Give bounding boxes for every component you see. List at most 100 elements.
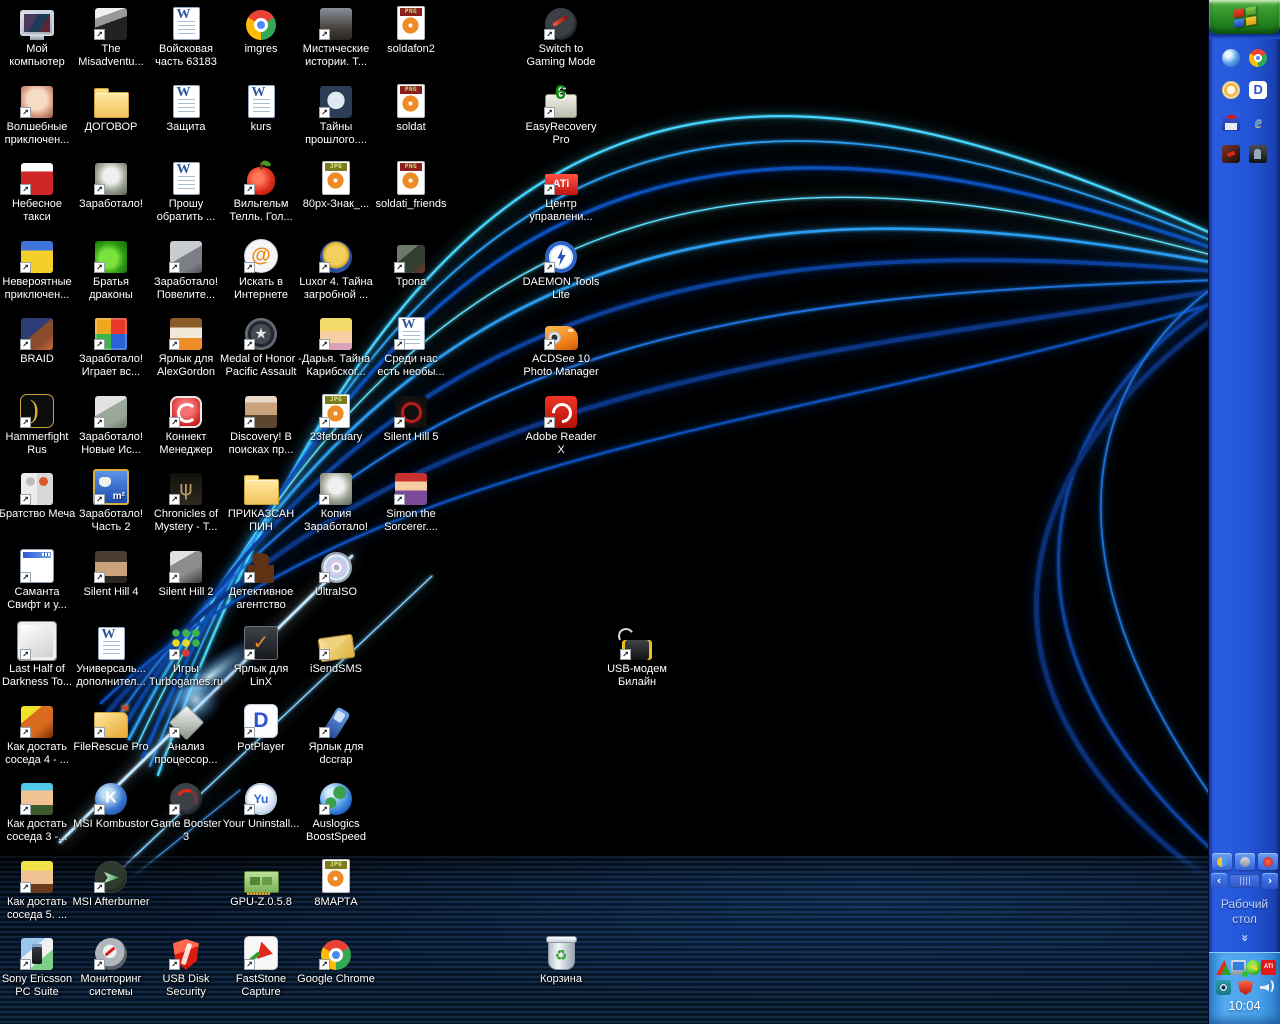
desktop-icon[interactable]: Тропа [372, 237, 450, 289]
desktop-icon[interactable]: 23february [297, 392, 375, 444]
desktop-icon[interactable]: Заработало! [72, 159, 150, 211]
desktop-icon[interactable]: Sony Ericsson PC Suite [0, 934, 76, 999]
desktop-icon[interactable]: Hammerfight Rus [0, 392, 76, 457]
desktop-icon[interactable]: Chronicles of Mystery - Т... [147, 469, 225, 534]
desktop-icon[interactable]: Ярлык для AlexGordon [147, 314, 225, 379]
desktop-icon[interactable]: Мой компьютер [0, 4, 76, 69]
desktop-icon[interactable]: Как достать соседа 3 -... [0, 779, 76, 844]
desktop-icon[interactable]: Вильгельм Телль. Гол... [222, 159, 300, 224]
desktop-icon[interactable]: Заработало! Часть 2 [72, 469, 150, 534]
desktop-icon[interactable]: Ярлык для LinX [222, 624, 300, 689]
desktop-icon[interactable]: Your Uninstall... [222, 779, 300, 831]
chevron-expand-icon[interactable]: » [1239, 930, 1251, 946]
toolbar-app-3[interactable] [1258, 853, 1278, 870]
desktop-icon[interactable]: Заработало! Играет вс... [72, 314, 150, 379]
network-tray-icon[interactable] [1231, 960, 1246, 975]
desktop-icon[interactable]: ДОГОВОР [72, 82, 150, 134]
desktop-icon[interactable]: DAEMON Tools Lite [522, 237, 600, 302]
media-quicklaunch-button[interactable] [1220, 79, 1242, 101]
ati-quicklaunch-button[interactable] [1220, 143, 1242, 165]
download-master-tray-icon[interactable] [1246, 960, 1261, 975]
desktop-icon[interactable]: Silent Hill 2 [147, 547, 225, 599]
desktop-icon[interactable]: Копия Заработало! [297, 469, 375, 534]
desktop-icon[interactable]: MSI Kombustor [72, 779, 150, 831]
desktop-icon[interactable]: Discovery! В поисках пр... [222, 392, 300, 457]
desktop-icon[interactable]: PotPlayer [222, 702, 300, 754]
floppy-quicklaunch-button[interactable] [1220, 111, 1242, 133]
toolbar-app-2[interactable] [1235, 853, 1255, 870]
desktop-icon[interactable]: Last Half of Darkness To... [0, 624, 76, 689]
start-button[interactable] [1209, 0, 1280, 34]
desktop-icon[interactable]: Анализ процессор... [147, 702, 225, 767]
desktop-icon[interactable]: USB-модем Билайн [598, 624, 676, 689]
desktop-icon[interactable]: Silent Hill 5 [372, 392, 450, 444]
desktop-icon[interactable]: Детективное агентство [222, 547, 300, 612]
desktop-icon[interactable]: Заработало! Новые Ис... [72, 392, 150, 457]
potplayer-quicklaunch-button[interactable] [1247, 79, 1269, 101]
desktop-icon[interactable]: Luxor 4. Тайна загробной ... [297, 237, 375, 302]
scrollbar-thumb[interactable] [1229, 874, 1260, 888]
desktop-icon[interactable]: Игры Turbogames.ru [147, 624, 225, 689]
desktop-icon[interactable]: Тайны прошлого.... [297, 82, 375, 147]
desktop-icon[interactable]: Корзина [522, 934, 600, 986]
desktop-icon[interactable]: The Misadventu... [72, 4, 150, 69]
desktop-icon[interactable]: Мистические истории. Т... [297, 4, 375, 69]
internet-explorer-quicklaunch-button[interactable] [1247, 111, 1269, 133]
afterburner-tray-icon[interactable] [1216, 960, 1231, 975]
eye-tray-icon[interactable] [1216, 980, 1231, 995]
desktop-icon[interactable]: Войсковая часть 63183 [147, 4, 225, 69]
desktop-icon[interactable]: soldati_friends [372, 159, 450, 211]
desktop-icon[interactable]: 80px-Знак_... [297, 159, 375, 211]
chrome-quicklaunch-button[interactable] [1247, 47, 1269, 69]
desktop-icon[interactable]: Центр управлени... [522, 159, 600, 224]
desktop-icon[interactable]: USB Disk Security [147, 934, 225, 999]
desktop-icon[interactable]: Как достать соседа 4 - ... [0, 702, 76, 767]
desktop-icon[interactable]: Среди нас есть необы... [372, 314, 450, 379]
desktop-icon[interactable]: Auslogics BoostSpeed [297, 779, 375, 844]
ati-tray-icon[interactable] [1261, 960, 1276, 975]
desktop-icon[interactable]: Невероятные приключен... [0, 237, 76, 302]
desktop-icon[interactable]: Как достать соседа 5. ... [0, 857, 76, 922]
desktop-icon[interactable]: Simon the Sorcerer.... [372, 469, 450, 534]
desktop-icon[interactable]: Братья драконы [72, 237, 150, 302]
desktop-icon[interactable]: ACDSee 10 Photo Manager [522, 314, 600, 379]
desktop-icon[interactable]: Switch to Gaming Mode [522, 4, 600, 69]
desktop-icon[interactable]: Небесное такси [0, 159, 76, 224]
desktop-icon[interactable]: soldafon2 [372, 4, 450, 56]
desktop-icon[interactable]: Adobe Reader X [522, 392, 600, 457]
desktop-icon[interactable]: Medal of Honor - Pacific Assault [215, 314, 307, 379]
desktop-icon[interactable]: 8МАРТА [297, 857, 375, 909]
taskbar-empty-area[interactable] [1209, 171, 1280, 851]
desktop-icon[interactable]: Google Chrome [297, 934, 375, 986]
desktop-icon[interactable]: kurs [222, 82, 300, 134]
desktop-icon[interactable]: Волшебные приключен... [0, 82, 76, 147]
desktop-icon[interactable]: Ярлык для dccrap [297, 702, 375, 767]
desktop-icon[interactable]: Защита [147, 82, 225, 134]
desktop-icon[interactable]: BRAID [0, 314, 76, 366]
desktop-icon[interactable]: EasyRecovery Pro [522, 82, 600, 147]
desktop-icon[interactable]: Универсаль... дополнител... [72, 624, 150, 689]
desktop-icon[interactable]: Game Booster 3 [147, 779, 225, 844]
desktop-icon[interactable]: Дарья. Тайна Карибског... [297, 314, 375, 379]
desktop-icon[interactable]: FastStone Capture [222, 934, 300, 999]
scroll-left-button[interactable]: ‹ [1211, 873, 1227, 889]
desktop-icon[interactable]: Саманта Свифт и у... [0, 547, 76, 612]
desktop-icon[interactable]: Коннект Менеджер [147, 392, 225, 457]
desktop-icon[interactable]: Мониторинг системы [72, 934, 150, 999]
shield-tray-icon[interactable] [1238, 980, 1253, 995]
game-dark-quicklaunch-button[interactable] [1247, 143, 1269, 165]
toolbar-app-1[interactable] [1212, 853, 1232, 870]
volume-tray-icon[interactable] [1260, 980, 1275, 995]
desktop-icon[interactable]: soldat [372, 82, 450, 134]
desktop-icon[interactable]: imgres [222, 4, 300, 56]
desktop-icon[interactable]: FileRescue Pro [72, 702, 150, 754]
desktop-icon[interactable]: GPU-Z.0.5.8 [222, 857, 300, 909]
desktop-icon[interactable]: Прошу обратить ... [147, 159, 225, 224]
scroll-right-button[interactable]: › [1262, 873, 1278, 889]
desktop-icon[interactable]: Silent Hill 4 [72, 547, 150, 599]
desktop-icon[interactable]: Заработало! Повелите... [147, 237, 225, 302]
desktop-icon[interactable]: MSI Afterburner [72, 857, 150, 909]
desktop-icon[interactable]: iSendSMS [297, 624, 375, 676]
desktop-icon[interactable]: Искать в Интернете [222, 237, 300, 302]
desktop-icon[interactable]: UltraISO [297, 547, 375, 599]
